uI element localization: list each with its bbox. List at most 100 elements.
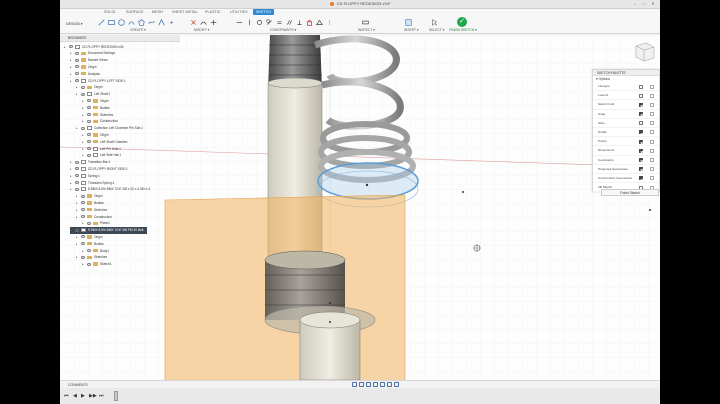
workspace-switcher[interactable]: DESIGN ▾ (66, 19, 86, 29)
measure-icon[interactable] (362, 19, 369, 26)
expand-arrow-icon[interactable]: ▸ (82, 113, 85, 117)
insert-menu[interactable]: INSERT ▾ (404, 28, 419, 32)
expand-arrow-icon[interactable]: ▸ (70, 181, 73, 185)
visibility-eye-icon[interactable] (81, 255, 85, 259)
expand-arrow-icon[interactable]: ▸ (76, 85, 79, 89)
visibility-eye-icon[interactable] (75, 79, 79, 82)
line-icon[interactable] (98, 19, 105, 26)
expand-arrow-icon[interactable]: ▸ (70, 174, 73, 178)
maximize-button[interactable]: □ (641, 1, 647, 7)
expand-arrow-icon[interactable]: ▸ (82, 140, 85, 144)
visibility-eye-icon[interactable] (81, 235, 85, 239)
palette-option-checkbox[interactable] (639, 130, 643, 135)
palette-option-checkbox[interactable] (639, 148, 643, 153)
expand-arrow-icon[interactable]: ▸ (70, 228, 73, 232)
palette-option-row[interactable]: Projected Geometries (593, 165, 659, 174)
inspect-menu[interactable]: INSPECT ▾ (358, 28, 375, 32)
visibility-eye-icon[interactable] (87, 221, 91, 225)
palette-option-row[interactable]: Linetype (593, 82, 659, 92)
coincident-icon[interactable] (256, 19, 263, 26)
minimize-button[interactable]: – (632, 1, 638, 7)
orbit-icon[interactable] (351, 381, 357, 387)
expand-arrow-icon[interactable]: ▸ (82, 133, 85, 137)
visibility-eye-icon[interactable] (87, 133, 91, 137)
palette-option-checkbox[interactable] (639, 121, 643, 126)
horizontal-constraint-icon[interactable] (236, 19, 243, 26)
expand-arrow-icon[interactable]: ▸ (70, 160, 73, 164)
palette-option-row[interactable]: Points (593, 137, 659, 147)
palette-option-row[interactable]: Slice (593, 119, 659, 128)
tab-utilities[interactable]: UTILITIES (230, 10, 248, 14)
browser-header[interactable]: BROWSER (60, 35, 180, 42)
visibility-eye-icon[interactable] (75, 181, 79, 184)
constraints-menu[interactable]: CONSTRAINTS ▾ (270, 28, 296, 32)
visibility-eye-icon[interactable] (87, 140, 91, 144)
visibility-eye-icon[interactable] (81, 194, 85, 198)
palette-option-checkbox[interactable] (639, 93, 643, 98)
go-to-start-button[interactable]: ⏮ (64, 393, 69, 399)
visibility-eye-icon[interactable] (81, 126, 85, 130)
visibility-eye-icon[interactable] (75, 187, 79, 191)
palette-option-row[interactable]: Profile (593, 128, 659, 138)
palette-option-row[interactable]: Dimensions (593, 146, 659, 156)
visibility-eye-icon[interactable] (87, 262, 91, 266)
move-icon[interactable] (210, 19, 217, 26)
visibility-eye-icon[interactable] (81, 242, 85, 246)
expand-arrow-icon[interactable]: ▸ (82, 119, 85, 123)
timeline-marker[interactable] (114, 391, 118, 401)
visibility-eye-icon[interactable] (81, 92, 85, 96)
finish-sketch-button[interactable]: ✓ FINISH SKETCH ▾ (449, 17, 477, 33)
palette-option-checkbox[interactable] (639, 158, 643, 162)
expand-arrow-icon[interactable]: ▸ (70, 167, 73, 171)
modify-menu[interactable]: MODIFY ▾ (194, 28, 209, 32)
expand-arrow-icon[interactable]: ▸ (64, 45, 67, 49)
point-icon[interactable] (168, 19, 175, 26)
palette-option-checkbox[interactable] (639, 112, 643, 117)
viewports-icon[interactable] (393, 381, 399, 387)
expand-arrow-icon[interactable]: ▸ (70, 58, 73, 62)
visibility-eye-icon[interactable] (81, 85, 85, 89)
expand-arrow-icon[interactable]: ▸ (76, 255, 79, 259)
create-menu[interactable]: CREATE ▾ (130, 28, 146, 32)
polygon-icon[interactable] (138, 19, 145, 26)
expand-arrow-icon[interactable]: ▸ (70, 72, 73, 76)
expand-arrow-icon[interactable]: ▸ (70, 79, 73, 83)
circle-icon[interactable] (118, 19, 125, 26)
palette-option-checkbox[interactable] (639, 139, 643, 144)
expand-arrow-icon[interactable]: ▸ (76, 242, 79, 246)
visibility-eye-icon[interactable] (75, 174, 79, 178)
display-settings-icon[interactable] (379, 381, 385, 387)
visibility-eye-icon[interactable] (87, 249, 91, 252)
visibility-eye-icon[interactable] (87, 153, 91, 157)
arc-icon[interactable] (128, 19, 135, 26)
expand-arrow-icon[interactable]: ▸ (82, 106, 85, 110)
expand-arrow-icon[interactable]: ▸ (76, 201, 79, 205)
go-to-end-button[interactable]: ⏭ (99, 393, 104, 399)
trim-icon[interactable] (190, 19, 197, 26)
select-menu[interactable]: SELECT ▾ (429, 28, 444, 32)
midpoint-icon[interactable] (316, 19, 323, 26)
palette-finish-sketch-button[interactable]: Finish Sketch (601, 189, 659, 196)
browser-node[interactable]: ▸ Sketch1 (82, 261, 112, 268)
visibility-eye-icon[interactable] (75, 167, 79, 171)
rectangle-icon[interactable] (108, 19, 115, 26)
offset-icon[interactable] (200, 19, 207, 26)
expand-arrow-icon[interactable]: ▸ (82, 147, 85, 151)
visibility-eye-icon[interactable] (87, 119, 91, 123)
spline-icon[interactable] (148, 19, 155, 26)
document-tab[interactable]: CD FLOPPY REDESIGN v34* (60, 1, 660, 6)
step-forward-button[interactable]: ▶▶ (89, 393, 97, 399)
expand-arrow-icon[interactable]: ▸ (76, 194, 79, 198)
visibility-eye-icon[interactable] (69, 45, 73, 48)
visibility-eye-icon[interactable] (81, 215, 85, 218)
tab-sketch[interactable]: SKETCH (253, 9, 275, 15)
zoom-icon[interactable] (365, 381, 371, 387)
expand-arrow-icon[interactable]: ▸ (76, 92, 79, 96)
expand-arrow-icon[interactable]: ▸ (82, 153, 85, 157)
expand-arrow-icon[interactable]: ▸ (76, 235, 79, 239)
tab-plastic[interactable]: PLASTIC (205, 10, 221, 14)
expand-arrow-icon[interactable]: ▸ (82, 262, 85, 266)
expand-arrow-icon[interactable]: ▸ (70, 187, 73, 191)
slot-icon[interactable] (158, 19, 165, 26)
expand-arrow-icon[interactable]: ▸ (76, 208, 79, 212)
